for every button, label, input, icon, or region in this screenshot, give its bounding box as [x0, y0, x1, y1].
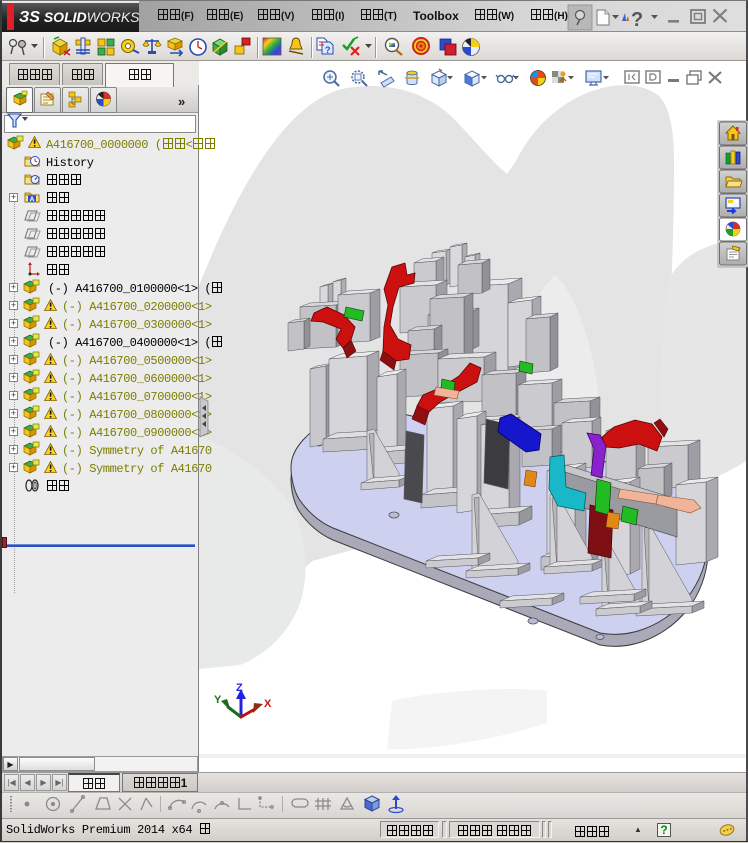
svg-text:Y: Y	[214, 694, 222, 706]
svg-text:A: A	[29, 196, 34, 203]
svg-text:X: X	[264, 698, 272, 710]
svg-text:Z: Z	[236, 682, 243, 694]
